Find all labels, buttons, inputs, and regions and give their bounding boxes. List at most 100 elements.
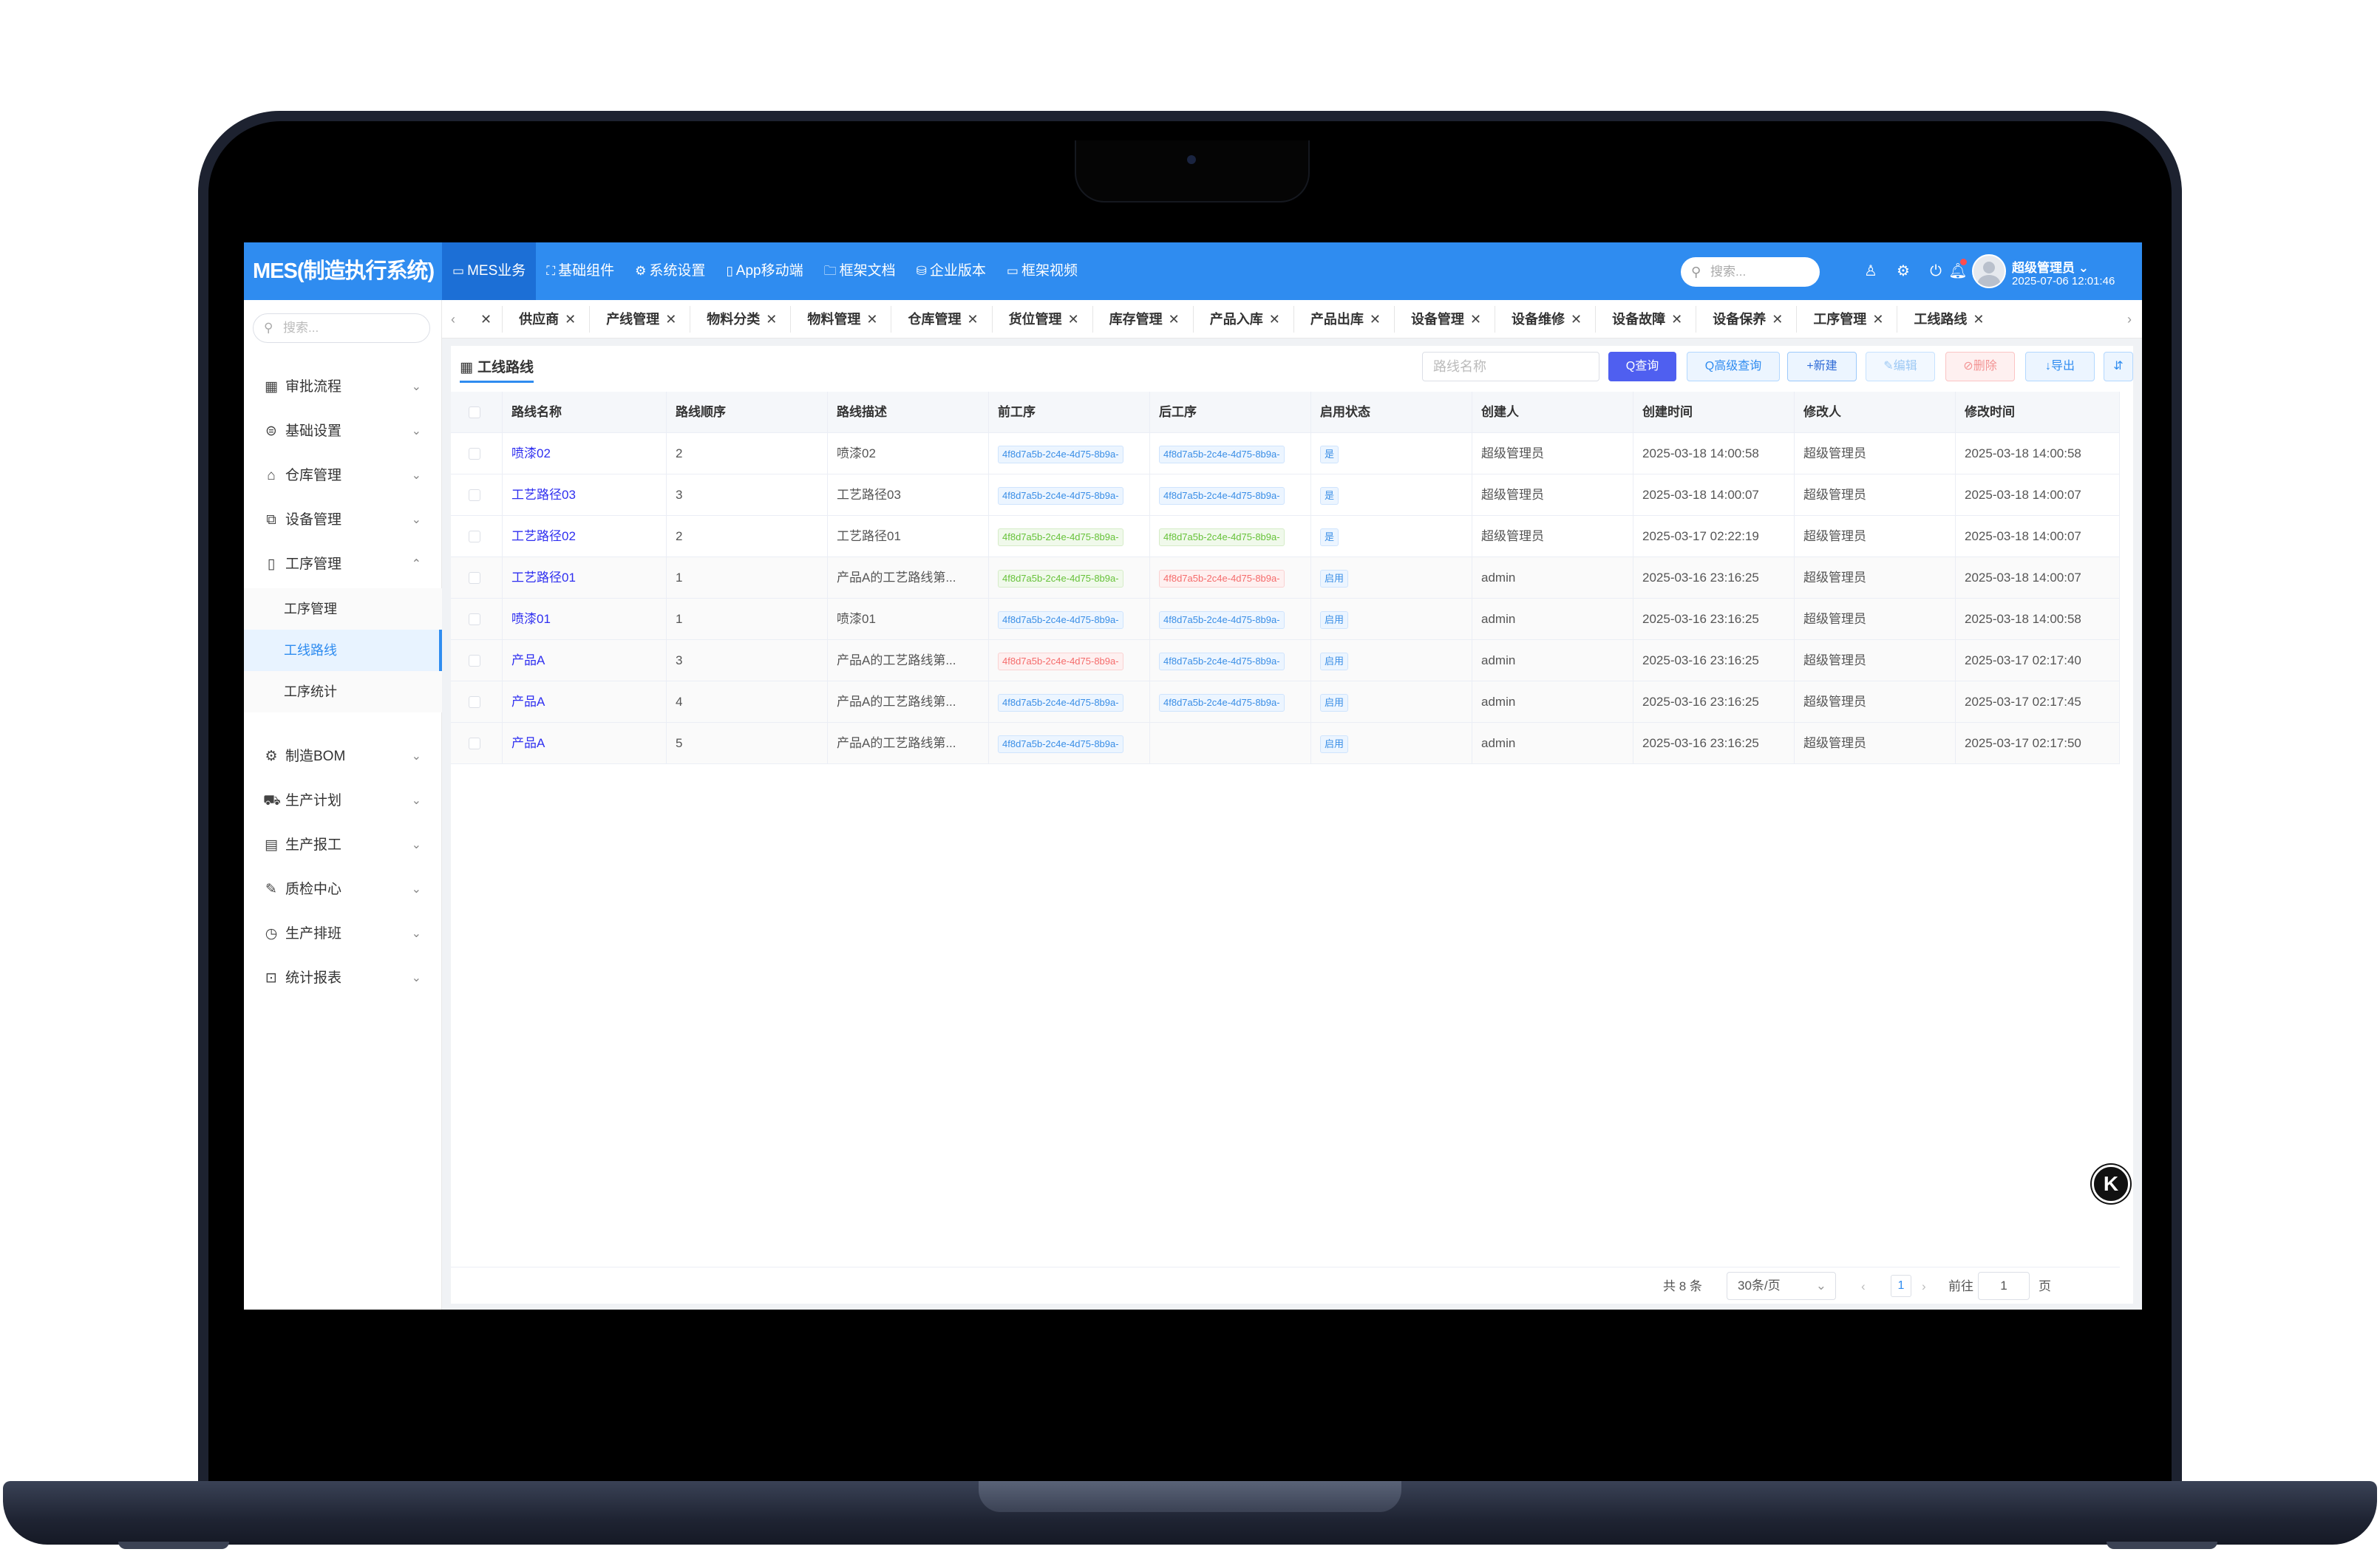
sidebar-item[interactable]: ▤ 生产报工 ⌄	[244, 823, 442, 868]
cell-name[interactable]: 喷漆01	[503, 599, 667, 640]
column-header[interactable]: 启用状态	[1311, 392, 1472, 433]
table-row[interactable]: 喷漆01 1 喷漆01 4f8d7a5b-2c4e-4d75-8b9a- 4f8d7a5…	[451, 599, 2120, 640]
close-icon[interactable]: ✕	[1571, 312, 1582, 327]
row-checkbox[interactable]	[469, 448, 480, 460]
row-checkbox[interactable]	[469, 738, 480, 749]
top-menu-item[interactable]: ⛶ 基础组件	[536, 242, 625, 300]
floating-k-button[interactable]: K	[2092, 1165, 2130, 1203]
tab[interactable]: 物料分类 ✕	[690, 306, 790, 333]
page-size-select[interactable]: 30条/页 ⌄	[1727, 1272, 1836, 1300]
close-icon[interactable]: ✕	[1772, 312, 1783, 327]
tab[interactable]: 物料管理 ✕	[790, 306, 891, 333]
row-checkbox[interactable]	[469, 655, 480, 667]
tab[interactable]: 货位管理 ✕	[991, 306, 1092, 333]
column-header[interactable]: 修改时间	[1956, 392, 2120, 433]
close-icon[interactable]: ✕	[565, 312, 576, 327]
edit-button[interactable]: ✎编辑	[1866, 352, 1935, 381]
column-header[interactable]: 前工序	[989, 392, 1150, 433]
tab[interactable]: 工线路线 ✕	[1897, 306, 1997, 333]
prev-page-button[interactable]: ‹	[1861, 1276, 1866, 1297]
gear-icon[interactable]: ⚙	[1892, 260, 1914, 282]
tab[interactable]: 仓库管理 ✕	[891, 306, 991, 333]
cell-name[interactable]: 产品A	[503, 640, 667, 681]
delete-button[interactable]: ⊘删除	[1945, 352, 2015, 381]
top-search-input[interactable]: ⚲ 搜索...	[1681, 257, 1820, 287]
tab[interactable]: 设备维修 ✕	[1495, 306, 1595, 333]
top-menu-item[interactable]: ▭ 框架视频	[996, 242, 1088, 300]
close-icon[interactable]: ✕	[1470, 312, 1481, 327]
cell-name[interactable]: 工艺路径01	[503, 557, 667, 599]
close-icon[interactable]: ✕	[1671, 312, 1682, 327]
column-header[interactable]: 路线名称	[503, 392, 667, 433]
sidebar-item[interactable]: ⛟ 生产计划 ⌄	[244, 779, 442, 823]
row-checkbox[interactable]	[469, 489, 480, 501]
table-row[interactable]: 产品A 4 产品A的工艺路线第... 4f8d7a5b-2c4e-4d75-8b9a-…	[451, 681, 2120, 723]
tab[interactable]: 库存管理 ✕	[1092, 306, 1193, 333]
top-menu-item[interactable]: 🗀 框架文档	[814, 242, 906, 300]
top-menu-item[interactable]: ▯ App移动端	[715, 242, 813, 300]
tab[interactable]: 设备保养 ✕	[1696, 306, 1796, 333]
row-checkbox[interactable]	[469, 613, 480, 625]
sidebar-item[interactable]: ⊡ 统计报表 ⌄	[244, 956, 442, 1001]
advanced-query-button[interactable]: Q高级查询	[1687, 352, 1780, 381]
tab[interactable]: 产品入库 ✕	[1192, 306, 1293, 333]
sidebar-item[interactable]: ⧉ 设备管理 ⌄	[244, 498, 442, 542]
sidebar-item[interactable]: ◷ 生产排班 ⌄	[244, 912, 442, 956]
top-menu-item[interactable]: ▭ MES业务	[442, 242, 537, 300]
row-checkbox[interactable]	[469, 572, 480, 584]
close-icon[interactable]: ✕	[1973, 312, 1984, 327]
sidebar-item[interactable]: ▦ 审批流程 ⌄	[244, 365, 442, 409]
column-settings-button[interactable]: ⇵	[2104, 352, 2133, 381]
table-row[interactable]: 喷漆02 2 喷漆02 4f8d7a5b-2c4e-4d75-8b9a- 4f8d7a5…	[451, 433, 2120, 474]
column-header[interactable]: 创建时间	[1633, 392, 1795, 433]
tab[interactable]: 产品出库 ✕	[1293, 306, 1394, 333]
sidebar-search-input[interactable]: ⚲ 搜索...	[253, 313, 430, 343]
close-icon[interactable]: ✕	[1068, 312, 1079, 327]
column-header[interactable]: 路线描述	[828, 392, 989, 433]
export-button[interactable]: ↓导出	[2025, 352, 2095, 381]
row-checkbox[interactable]	[469, 696, 480, 708]
sidebar-item[interactable]: ⌂ 仓库管理 ⌄	[244, 454, 442, 498]
cell-name[interactable]: 产品A	[503, 723, 667, 764]
tab-scroll-left-icon[interactable]: ‹	[445, 300, 461, 338]
next-page-button[interactable]: ›	[1922, 1276, 1926, 1297]
cell-name[interactable]: 产品A	[503, 681, 667, 723]
table-row[interactable]: 产品A 5 产品A的工艺路线第... 4f8d7a5b-2c4e-4d75-8b9a-…	[451, 723, 2120, 764]
tab[interactable]: 供应商 ✕	[502, 306, 589, 333]
table-row[interactable]: 产品A 3 产品A的工艺路线第... 4f8d7a5b-2c4e-4d75-8b9a-…	[451, 640, 2120, 681]
sidebar-item[interactable]: ▯ 工序管理 ⌃	[244, 542, 442, 587]
close-icon[interactable]: ✕	[1872, 312, 1883, 327]
top-menu-item[interactable]: ⚙ 系统设置	[625, 242, 715, 300]
tab[interactable]: 设备管理 ✕	[1393, 306, 1495, 333]
table-row[interactable]: 工艺路径01 1 产品A的工艺路线第... 4f8d7a5b-2c4e-4d75-8b…	[451, 557, 2120, 599]
user-name[interactable]: 超级管理员 ⌄	[2012, 257, 2089, 276]
column-header[interactable]: 后工序	[1150, 392, 1311, 433]
tab-scroll-right-icon[interactable]: ›	[2121, 300, 2138, 338]
sidebar-subitem[interactable]: 工线路线	[244, 630, 442, 671]
column-header[interactable]: 创建人	[1472, 392, 1633, 433]
close-icon[interactable]: ✕	[967, 312, 978, 327]
page-number-current[interactable]: 1	[1891, 1275, 1911, 1297]
sidebar-subitem[interactable]: 工序统计	[244, 671, 442, 712]
table-row[interactable]: 工艺路径02 2 工艺路径01 4f8d7a5b-2c4e-4d75-8b9a- 4f8…	[451, 516, 2120, 557]
goto-page-input[interactable]: 1	[1978, 1272, 2030, 1300]
tab[interactable]: 工序管理 ✕	[1796, 306, 1897, 333]
route-name-input[interactable]: 路线名称	[1422, 352, 1599, 381]
table-row[interactable]: 工艺路径03 3 工艺路径03 4f8d7a5b-2c4e-4d75-8b9a- 4f8…	[451, 474, 2120, 516]
sidebar-item[interactable]: ⚙ 制造BOM ⌄	[244, 735, 442, 779]
sidebar-subitem[interactable]: 工序管理	[244, 588, 442, 630]
query-button[interactable]: Q查询	[1608, 352, 1676, 381]
select-all-checkbox[interactable]	[469, 406, 480, 418]
sidebar-item[interactable]: ✎ 质检中心 ⌄	[244, 868, 442, 912]
avatar[interactable]	[1972, 254, 2006, 288]
close-icon[interactable]: ✕	[1370, 312, 1381, 327]
column-header[interactable]: 路线顺序	[667, 392, 828, 433]
app-logo[interactable]: MES(制造执行系统)	[253, 242, 435, 300]
close-icon[interactable]: ✕	[1269, 312, 1280, 327]
row-checkbox[interactable]	[469, 531, 480, 542]
tab[interactable]: ✕	[469, 306, 502, 333]
tab[interactable]: 产线管理 ✕	[589, 306, 690, 333]
close-icon[interactable]: ✕	[480, 312, 492, 327]
close-icon[interactable]: ✕	[665, 312, 676, 327]
cell-name[interactable]: 工艺路径03	[503, 474, 667, 516]
